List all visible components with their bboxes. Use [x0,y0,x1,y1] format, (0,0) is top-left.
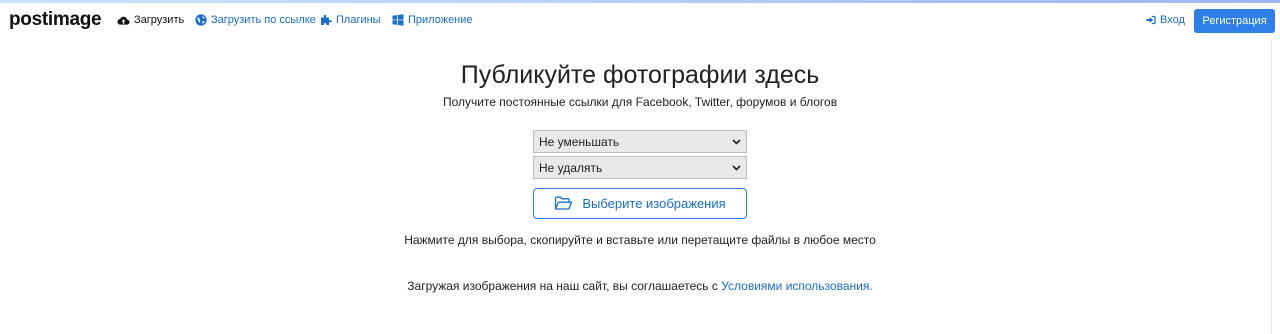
nav-upload-by-link-label: Загрузить по ссылке [211,14,316,26]
nav-upload-by-link[interactable]: Загрузить по ссылке [195,13,316,27]
hero-title: Публикуйте фотографии здесь [460,61,820,89]
nav-upload-label: Загрузить [134,14,185,26]
choose-images-label: Выберите изображения [582,196,726,211]
terms-notice: Загружая изображения на наш сайт, вы сог… [0,279,1280,293]
nav-app-label: Приложение [408,14,473,26]
terms-of-use-link[interactable]: Условиями использования. [721,279,872,293]
puzzle-icon [321,14,332,25]
chevron-down-icon [732,138,741,145]
terms-text: Загружая изображения на наш сайт, вы сог… [407,279,722,293]
postimage-logo[interactable]: postimage [9,10,102,29]
globe-icon [195,14,207,26]
nav-upload-link[interactable]: Загрузить [117,13,184,27]
cloud-upload-icon [117,16,130,25]
choose-images-button[interactable]: Выберите изображения [533,188,747,219]
expire-select[interactable]: Не удалять [533,156,747,179]
resize-select-value: Не уменьшать [539,134,620,149]
nav-app-link[interactable]: Приложение [392,13,473,27]
folder-open-icon [555,196,573,210]
hero-subtitle: Получите постоянные ссылки для Facebook,… [442,95,838,109]
resize-select[interactable]: Не уменьшать [533,130,747,153]
register-button[interactable]: Регистрация [1194,9,1275,33]
top-navbar: postimage Загрузить Загрузить по ссылке … [0,3,1280,37]
chevron-down-icon [732,164,741,171]
sign-in-icon [1146,15,1156,25]
nav-plugins-link[interactable]: Плагины [320,13,381,27]
upload-hint-text: Нажмите для выбора, скопируйте и вставьт… [404,233,876,247]
nav-plugins-label: Плагины [336,14,381,26]
expire-select-value: Не удалять [539,160,603,175]
windows-icon [392,14,404,26]
nav-login-link[interactable]: Вход [1146,13,1185,27]
nav-login-label: Вход [1160,14,1185,26]
